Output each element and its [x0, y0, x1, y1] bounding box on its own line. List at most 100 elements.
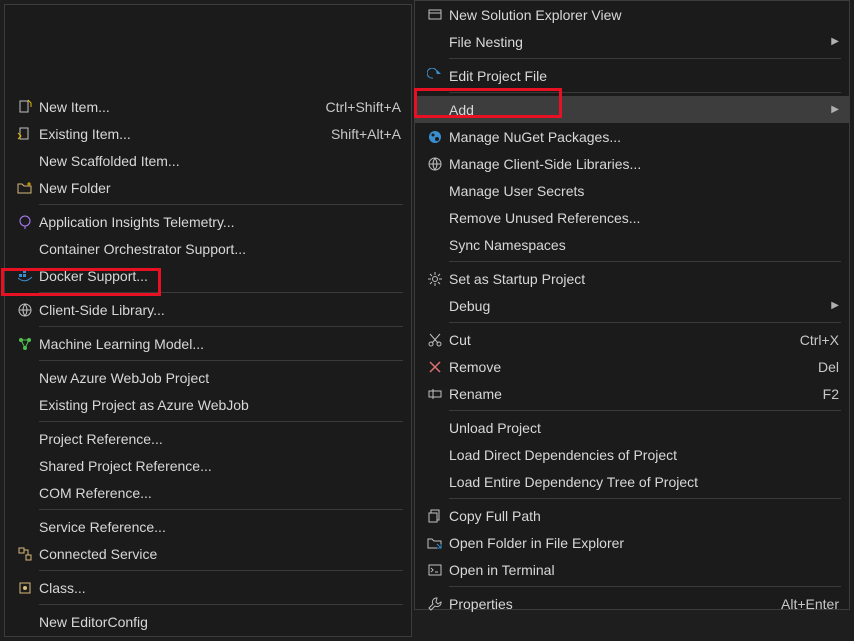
left_menu-item-project-reference[interactable]: Project Reference... [5, 425, 411, 452]
left_menu-item-existing-item[interactable]: Existing Item...Shift+Alt+A [5, 120, 411, 147]
right_menu-item-remove[interactable]: RemoveDel [415, 353, 849, 380]
menu-item-label: Load Direct Dependencies of Project [449, 447, 839, 463]
terminal-icon [421, 562, 449, 578]
left_menu-item-client-side-library[interactable]: Client-Side Library... [5, 296, 411, 323]
connected-service-icon [11, 546, 39, 562]
solution-view-icon [421, 7, 449, 23]
cut-icon [421, 332, 449, 348]
menu-item-label: Existing Project as Azure WebJob [39, 397, 401, 413]
menu-separator [39, 360, 403, 361]
wrench-icon [421, 596, 449, 612]
docker-icon [11, 268, 39, 284]
edit-project-icon [421, 68, 449, 84]
menu-item-label: Shared Project Reference... [39, 458, 401, 474]
right_menu-item-manage-user-secrets[interactable]: Manage User Secrets [415, 177, 849, 204]
menu-separator [39, 292, 403, 293]
left_menu-item-existing-project-as-azure-webjob[interactable]: Existing Project as Azure WebJob [5, 391, 411, 418]
gear-icon [421, 271, 449, 287]
left_menu-item-container-orchestrator-support[interactable]: Container Orchestrator Support... [5, 235, 411, 262]
nuget-icon [421, 129, 449, 145]
existing-item-icon [11, 126, 39, 142]
rename-icon [421, 386, 449, 402]
right_menu-item-sync-namespaces[interactable]: Sync Namespaces [415, 231, 849, 258]
left_menu-item-service-reference[interactable]: Service Reference... [5, 513, 411, 540]
left_menu-item-new-folder[interactable]: New Folder [5, 174, 411, 201]
right_menu-item-open-in-terminal[interactable]: Open in Terminal [415, 556, 849, 583]
remove-icon [421, 359, 449, 375]
menu-separator [449, 410, 841, 411]
menu-item-label: Docker Support... [39, 268, 401, 284]
menu-item-label: Rename [449, 386, 813, 402]
menu-item-label: New Azure WebJob Project [39, 370, 401, 386]
client-side-icon [11, 302, 39, 318]
menu-separator [39, 421, 403, 422]
menu-item-label: New Scaffolded Item... [39, 153, 401, 169]
menu-item-label: Set as Startup Project [449, 271, 839, 287]
menu-item-label: Open Folder in File Explorer [449, 535, 839, 551]
menu-item-label: New Solution Explorer View [449, 7, 839, 23]
left_menu-item-machine-learning-model[interactable]: Machine Learning Model... [5, 330, 411, 357]
menu-item-label: Project Reference... [39, 431, 401, 447]
menu-separator [449, 58, 841, 59]
right_menu-item-open-folder-in-file-explorer[interactable]: Open Folder in File Explorer [415, 529, 849, 556]
left_menu-item-application-insights-telemetry[interactable]: Application Insights Telemetry... [5, 208, 411, 235]
left_menu-item-new-item[interactable]: New Item...Ctrl+Shift+A [5, 93, 411, 120]
right_menu-item-cut[interactable]: CutCtrl+X [415, 326, 849, 353]
right_menu-item-file-nesting[interactable]: File Nesting▶ [415, 28, 849, 55]
right_menu-item-load-entire-dependency-tree-of-project[interactable]: Load Entire Dependency Tree of Project [415, 468, 849, 495]
right_menu-item-add[interactable]: Add▶ [415, 96, 849, 123]
right_menu-item-copy-full-path[interactable]: Copy Full Path [415, 502, 849, 529]
menu-separator [39, 326, 403, 327]
new-folder-icon [11, 180, 39, 196]
menu-item-label: Cut [449, 332, 790, 348]
left_menu-item-new-editorconfig[interactable]: New EditorConfig [5, 608, 411, 635]
client-side-icon [421, 156, 449, 172]
left_menu-item-com-reference[interactable]: COM Reference... [5, 479, 411, 506]
submenu-arrow-icon: ▶ [827, 104, 839, 115]
right_menu-item-manage-client-side-libraries[interactable]: Manage Client-Side Libraries... [415, 150, 849, 177]
submenu-arrow-icon: ▶ [827, 36, 839, 47]
menu-item-label: Client-Side Library... [39, 302, 401, 318]
menu-item-label: Copy Full Path [449, 508, 839, 524]
menu-item-label: Container Orchestrator Support... [39, 241, 401, 257]
menu-item-label: New EditorConfig [39, 614, 401, 630]
right_menu-item-unload-project[interactable]: Unload Project [415, 414, 849, 441]
left_menu-item-shared-project-reference[interactable]: Shared Project Reference... [5, 452, 411, 479]
menu-separator [449, 322, 841, 323]
menu-item-label: Machine Learning Model... [39, 336, 401, 352]
menu-item-label: Add [449, 102, 827, 118]
ml-model-icon [11, 336, 39, 352]
right_menu-item-debug[interactable]: Debug▶ [415, 292, 849, 319]
menu-item-label: Sync Namespaces [449, 237, 839, 253]
left_menu-item-docker-support[interactable]: Docker Support... [5, 262, 411, 289]
left_menu-item-class[interactable]: Class... [5, 574, 411, 601]
right_menu-item-properties[interactable]: Properties Alt+Enter [415, 590, 849, 617]
right_menu-item-edit-project-file[interactable]: Edit Project File [415, 62, 849, 89]
menu-item-label: Class... [39, 580, 401, 596]
menu-separator [449, 261, 841, 262]
left_menu-item-new-azure-webjob-project[interactable]: New Azure WebJob Project [5, 364, 411, 391]
left_menu-item-connected-service[interactable]: Connected Service [5, 540, 411, 567]
right_menu-item-new-solution-explorer-view[interactable]: New Solution Explorer View [415, 1, 849, 28]
right_menu-item-rename[interactable]: Rename F2 [415, 380, 849, 407]
menu-item-label: Connected Service [39, 546, 401, 562]
new-item-icon [11, 99, 39, 115]
left_menu-item-new-scaffolded-item[interactable]: New Scaffolded Item... [5, 147, 411, 174]
menu-item-shortcut: Shift+Alt+A [331, 126, 401, 142]
menu-separator [39, 204, 403, 205]
copy-path-icon [421, 508, 449, 524]
menu-item-shortcut: F2 [823, 386, 839, 402]
right_menu-item-manage-nuget-packages[interactable]: Manage NuGet Packages... [415, 123, 849, 150]
right_menu-item-set-as-startup-project[interactable]: Set as Startup Project [415, 265, 849, 292]
menu-item-label: New Folder [39, 180, 401, 196]
menu-item-label: Manage User Secrets [449, 183, 839, 199]
submenu-add: New Item...Ctrl+Shift+AExisting Item...S… [4, 4, 412, 637]
right_menu-item-load-direct-dependencies-of-project[interactable]: Load Direct Dependencies of Project [415, 441, 849, 468]
menu-item-shortcut: Alt+Enter [781, 596, 839, 612]
right_menu-item-remove-unused-references[interactable]: Remove Unused References... [415, 204, 849, 231]
menu-separator [449, 498, 841, 499]
menu-item-label: New Item... [39, 99, 316, 115]
menu-item-label: Properties [449, 596, 771, 612]
app-insights-icon [11, 214, 39, 230]
menu-item-label: Remove Unused References... [449, 210, 839, 226]
